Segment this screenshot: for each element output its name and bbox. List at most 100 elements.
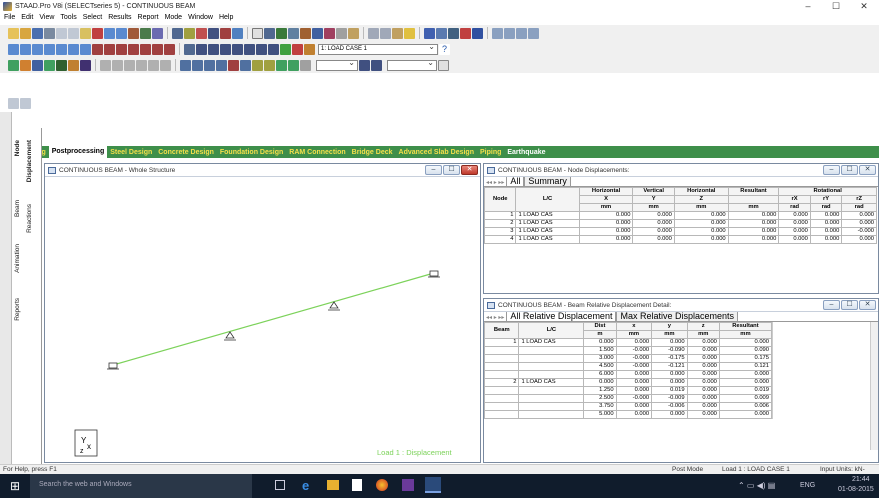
side-tab-beam[interactable]: Beam	[14, 200, 21, 217]
add-solid-icon[interactable]	[136, 59, 147, 71]
save-view-icon[interactable]	[448, 27, 459, 39]
tab-earthquake[interactable]: Earthquake	[504, 149, 548, 156]
rotate-y-icon[interactable]	[104, 43, 115, 55]
select-beams-icon[interactable]	[20, 43, 31, 55]
picture-icon[interactable]	[184, 27, 195, 39]
property-icon[interactable]	[264, 59, 275, 71]
view-manage-icon[interactable]	[371, 59, 382, 71]
file-explorer-icon[interactable]	[327, 480, 339, 490]
clock-date[interactable]: 01-08-2015	[838, 486, 874, 493]
load-diagram-icon[interactable]	[44, 59, 55, 71]
table-row[interactable]: 4.500 -0.000 -0.121 0.000 0.121	[483, 362, 773, 371]
language-indicator[interactable]: ENG	[800, 482, 815, 489]
side-tab-reactions[interactable]: Reactions	[26, 204, 33, 233]
menu-select[interactable]: Select	[83, 14, 102, 21]
tab-piping[interactable]: Piping	[477, 149, 504, 156]
run-analysis-icon[interactable]	[232, 27, 243, 39]
tab-ram-connection[interactable]: RAM Connection	[286, 149, 348, 156]
tab-concrete-design[interactable]: Concrete Design	[155, 149, 217, 156]
window-tile-icon[interactable]	[492, 27, 503, 39]
table-row[interactable]: 41 LOAD CAS 0.000 0.000 0.000 0.000 0.000 0.00…	[483, 235, 877, 244]
side-tab-reports[interactable]: Reports	[14, 298, 21, 321]
help-icon[interactable]: ?	[439, 43, 450, 55]
zoom-in-icon[interactable]	[208, 43, 219, 55]
view-apply-icon[interactable]	[359, 59, 370, 71]
frame-icon[interactable]	[252, 27, 263, 39]
paste-icon[interactable]	[80, 27, 91, 39]
menu-tools[interactable]: Tools	[60, 14, 76, 21]
table-row[interactable]: 2.500 -0.000 -0.009 0.000 0.009	[483, 394, 773, 403]
node-numbers-icon[interactable]	[68, 59, 79, 71]
tab-nav-arrows-icon[interactable]: ◂◂ ▸ ▸▸	[486, 314, 504, 321]
table-row[interactable]: 3.000 -0.000 -0.175 0.000 0.175	[483, 354, 773, 363]
lightbulb-icon[interactable]	[404, 27, 415, 39]
table-row[interactable]: 5.000 0.000 0.000 0.000 0.000	[483, 410, 773, 419]
delete-icon[interactable]	[92, 27, 103, 39]
side-tab-displacement[interactable]: Displacement	[26, 140, 33, 182]
member-icon[interactable]	[288, 27, 299, 39]
viewport-window[interactable]: CONTINUOUS BEAM - Whole Structure – ☐ ✕ …	[44, 163, 481, 463]
clock-time[interactable]: 21:44	[852, 476, 870, 483]
tab-nav-arrows-icon[interactable]: ◂◂ ▸ ▸▸	[486, 179, 504, 186]
cut-icon[interactable]	[56, 27, 67, 39]
copy-icon[interactable]	[68, 27, 79, 39]
3d-rendering-icon[interactable]	[280, 43, 291, 55]
material-icon[interactable]	[288, 59, 299, 71]
pointer-icon[interactable]	[20, 97, 31, 109]
select-all-icon[interactable]	[80, 43, 91, 55]
load-case-select[interactable]: 1: LOAD CASE 1	[318, 42, 438, 55]
table-row[interactable]: 11 LOAD CAS 0.000 0.000 0.000 0.000 0.000	[483, 338, 773, 347]
table-row[interactable]: 3.750 0.000 -0.006 0.000 0.006	[483, 402, 773, 411]
menu-window[interactable]: Window	[188, 14, 213, 21]
display-window-icon[interactable]	[184, 43, 195, 55]
view-select[interactable]	[316, 58, 358, 71]
measure-icon[interactable]	[348, 27, 359, 39]
undo-icon[interactable]	[104, 27, 115, 39]
staad-taskbar-icon[interactable]	[425, 477, 441, 493]
close-button[interactable]: ✕	[851, 1, 877, 12]
viewport-minimize-button[interactable]: –	[425, 165, 442, 175]
tab-summary[interactable]: Summary	[524, 176, 571, 186]
beam-table-minimize-button[interactable]: –	[823, 300, 840, 310]
vertical-scrollbar[interactable]	[870, 322, 878, 450]
specification-icon[interactable]	[300, 59, 311, 71]
info-icon[interactable]	[472, 27, 483, 39]
isometric-icon[interactable]	[152, 43, 163, 55]
table-row[interactable]: 6.000 0.000 0.000 0.000 0.000	[483, 370, 773, 379]
labels-icon[interactable]	[8, 59, 19, 71]
stop-icon[interactable]	[220, 27, 231, 39]
select-plates-icon[interactable]	[32, 43, 43, 55]
store-icon[interactable]	[352, 479, 362, 491]
window-list-icon[interactable]	[516, 27, 527, 39]
beam-numbers-icon[interactable]	[80, 59, 91, 71]
camera-icon[interactable]	[208, 27, 219, 39]
renumber-icon[interactable]	[216, 59, 227, 71]
node-table-maximize-button[interactable]: ☐	[841, 165, 858, 175]
support-icon[interactable]	[276, 59, 287, 71]
zoom-dynamic-icon[interactable]	[256, 43, 267, 55]
stretch-icon[interactable]	[252, 59, 263, 71]
save-icon[interactable]	[32, 27, 43, 39]
zoom-previous-icon[interactable]	[244, 43, 255, 55]
select-nodes-icon[interactable]	[8, 43, 19, 55]
beam-table-close-button[interactable]: ✕	[859, 300, 876, 310]
task-view-icon[interactable]	[275, 480, 285, 490]
redo-icon[interactable]	[116, 27, 127, 39]
view-3d-icon[interactable]	[164, 43, 175, 55]
chrome-icon[interactable]	[376, 479, 388, 491]
beam-displacement-window[interactable]: CONTINUOUS BEAM - Beam Relative Displace…	[483, 298, 879, 463]
maximize-button[interactable]: ☐	[823, 1, 849, 12]
flag-icon[interactable]	[460, 27, 471, 39]
tab-advanced-slab-design[interactable]: Advanced Slab Design	[396, 149, 477, 156]
report-icon[interactable]	[196, 27, 207, 39]
zoom-window-icon[interactable]	[196, 43, 207, 55]
mirror-icon[interactable]	[228, 59, 239, 71]
translational-repeat-icon[interactable]	[148, 59, 159, 71]
open-file-icon[interactable]	[20, 27, 31, 39]
viewport-close-button[interactable]: ✕	[461, 165, 478, 175]
node-table-close-button[interactable]: ✕	[859, 165, 876, 175]
side-tab-animation[interactable]: Animation	[14, 244, 21, 273]
menu-file[interactable]: File	[4, 14, 15, 21]
ruler-icon[interactable]	[392, 27, 403, 39]
windows-start-icon[interactable]: ⊞	[10, 479, 20, 493]
